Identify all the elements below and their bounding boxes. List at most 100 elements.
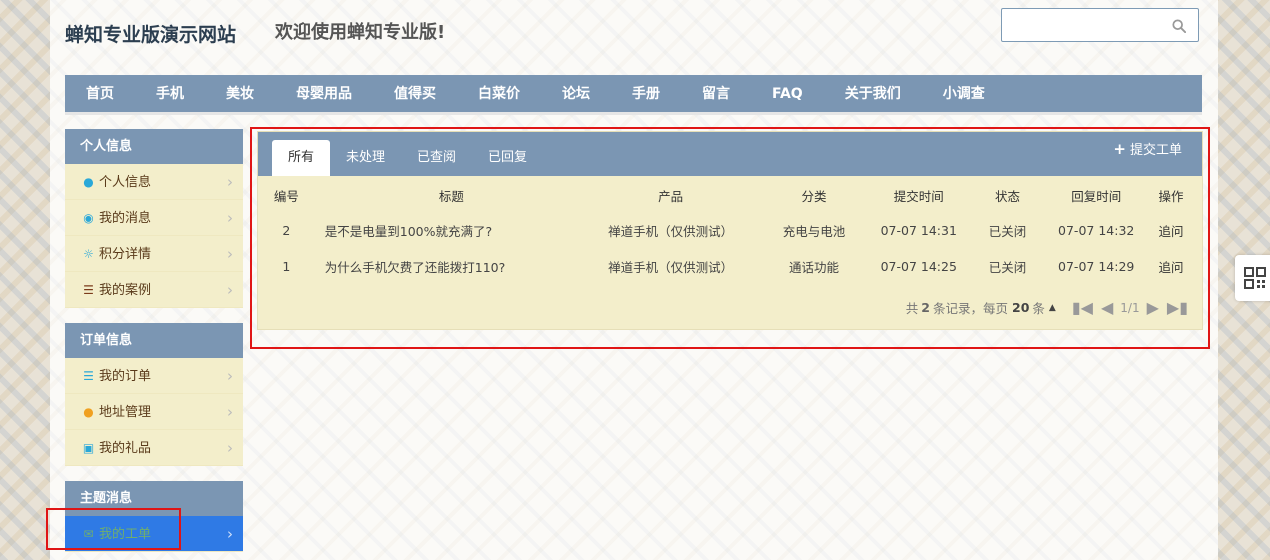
ticket-category: 充电与电池 [782,223,846,239]
sun-icon: ☼ [83,247,94,261]
follow-up-link[interactable]: 追问 [1159,260,1184,275]
nav-item-survey[interactable]: 小调查 [922,74,1006,114]
column-header-category[interactable]: 分类 [753,176,875,212]
nav-item-bargain[interactable]: 白菜价 [457,74,541,114]
nav-item-manual[interactable]: 手册 [611,74,681,114]
qr-code-button[interactable] [1235,255,1270,301]
ticket-product: 禅道手机（仅供测试） [608,223,734,239]
chevron-right-icon: › [227,209,233,227]
search-input[interactable] [1006,10,1166,40]
ticket-id: 1 [282,258,291,274]
nav-item-forum[interactable]: 论坛 [541,74,611,114]
site-title[interactable]: 蝉知专业版演示网站 [65,20,236,47]
next-page-icon[interactable]: ▶ [1147,298,1159,317]
ticket-submitted-time: 07-07 14:31 [880,222,957,238]
ticket-product: 禅道手机（仅供测试） [608,259,734,275]
nav-item-message[interactable]: 留言 [681,74,751,114]
nav-item-baby[interactable]: 母婴用品 [275,74,373,114]
submit-ticket-button[interactable]: + 提交工单 [1113,140,1182,160]
nav-item-deals[interactable]: 值得买 [373,74,457,114]
chevron-right-icon: › [227,439,233,457]
tab-all[interactable]: 所有 [272,140,331,176]
welcome-text: 欢迎使用蝉知专业版! [275,22,446,43]
sidebar-heading-orders: 订单信息 [65,323,243,358]
sidebar-heading-personal: 个人信息 [65,129,243,164]
chevron-right-icon: › [227,245,233,263]
column-header-id[interactable]: 编号 [258,176,315,212]
pager-per-page[interactable]: 20 [1012,300,1029,315]
column-header-action: 操作 [1158,188,1184,204]
ticket-category: 通话功能 [789,259,840,275]
gift-icon: ▣ [82,441,95,455]
column-header-submitted[interactable]: 提交时间 [875,176,963,212]
column-header-replied[interactable]: 回复时间 [1052,176,1140,212]
tab-replied[interactable]: 已回复 [472,140,543,176]
ticket-tabs: 所有 未处理 已查阅 已回复 [272,140,543,176]
nav-item-about[interactable]: 关于我们 [824,74,922,114]
sidebar-item-points[interactable]: ☼ 积分详情 › [65,236,243,272]
nav-item-beauty[interactable]: 美妆 [205,74,275,114]
tab-unprocessed[interactable]: 未处理 [330,140,401,176]
nav-item-phone[interactable]: 手机 [135,74,205,114]
sidebar-item-my-orders[interactable]: ☰ 我的订单 › [65,358,243,394]
table-header-row: 编号 标题 产品 分类 提交时间 状态 回复时间 操作 [258,176,1202,212]
ticket-replied-time: 07-07 14:32 [1058,222,1135,238]
chevron-right-icon: › [227,173,233,191]
page-info: 1/1 [1120,300,1140,315]
map-marker-icon: ● [83,405,94,419]
chevron-right-icon: › [227,403,233,421]
ticket-status: 已关闭 [988,223,1027,239]
ticket-title-link[interactable]: 为什么手机欠费了还能拨打110? [315,248,588,284]
ticket-table: 编号 标题 产品 分类 提交时间 状态 回复时间 操作 2 是不是电量到100%… [258,176,1202,284]
column-header-product[interactable]: 产品 [588,176,753,212]
table-row: 1 为什么手机欠费了还能拨打110? 禅道手机（仅供测试） 通话功能 07-07… [258,248,1202,284]
sidebar-item-profile[interactable]: ● 个人信息 › [65,164,243,200]
sidebar-personal: 个人信息 ● 个人信息 › ◉ 我的消息 › ☼ 积分详情 › ☰ 我的案例 › [65,129,243,308]
sidebar-item-label: 积分详情 [99,247,152,262]
qr-code-icon [1244,267,1266,289]
comment-icon: ◉ [83,211,94,225]
table-row: 2 是不是电量到100%就充满了? 禅道手机（仅供测试） 充电与电池 07-07… [258,212,1202,248]
ticket-panel-header: 所有 未处理 已查阅 已回复 + 提交工单 [258,132,1202,176]
column-header-status[interactable]: 状态 [963,176,1053,212]
ticket-replied-time: 07-07 14:29 [1058,258,1135,274]
ticket-title-link[interactable]: 是不是电量到100%就充满了? [315,212,588,248]
pager: 共 2 条记录，每页 20 条 ▲ ▮◀ ◀ 1/1 ▶ ▶▮ [906,298,1192,317]
pager-prefix: 共 [905,301,919,316]
pager-records-label: 条记录，每页 [932,301,1008,316]
caret-up-icon[interactable]: ▲ [1049,303,1056,313]
sidebar-item-label: 我的礼品 [99,441,152,456]
ticket-panel: 所有 未处理 已查阅 已回复 + 提交工单 编号 标题 产品 分类 提交时间 状… [257,131,1203,330]
search-icon[interactable] [1172,19,1186,33]
follow-up-link[interactable]: 追问 [1159,224,1184,239]
th-list-icon: ☰ [83,369,94,383]
last-page-icon[interactable]: ▶▮ [1167,298,1188,317]
ticket-submitted-time: 07-07 14:25 [880,258,957,274]
nav-item-faq[interactable]: FAQ [751,74,824,114]
chevron-right-icon: › [227,525,233,543]
sidebar-item-address[interactable]: ● 地址管理 › [65,394,243,430]
prev-page-icon[interactable]: ◀ [1101,298,1113,317]
user-icon: ● [83,175,94,189]
sidebar-item-gifts[interactable]: ▣ 我的礼品 › [65,430,243,466]
column-header-title[interactable]: 标题 [315,176,588,212]
pager-suffix: 条 [1032,301,1045,316]
chevron-right-icon: › [227,367,233,385]
sidebar-orders: 订单信息 ☰ 我的订单 › ● 地址管理 › ▣ 我的礼品 › [65,323,243,466]
page: 蝉知专业版演示网站 欢迎使用蝉知专业版! 首页 手机 美妆 母婴用品 值得买 白… [46,0,1218,560]
nav-item-home[interactable]: 首页 [65,74,135,114]
sidebar-item-messages[interactable]: ◉ 我的消息 › [65,200,243,236]
highlight-box-my-tickets [46,508,181,550]
sidebar-item-label: 我的订单 [99,369,152,384]
main-nav: 首页 手机 美妆 母婴用品 值得买 白菜价 论坛 手册 留言 FAQ 关于我们 … [65,75,1202,115]
sidebar-item-label: 我的消息 [99,211,152,226]
sidebar-item-label: 个人信息 [99,175,152,190]
tab-viewed[interactable]: 已查阅 [401,140,472,176]
sidebar-item-cases[interactable]: ☰ 我的案例 › [65,272,243,308]
search-box[interactable] [1001,8,1199,42]
first-page-icon[interactable]: ▮◀ [1072,298,1093,317]
submit-ticket-label: 提交工单 [1129,143,1182,158]
ticket-id: 2 [282,222,291,238]
sidebar-item-label: 地址管理 [99,405,152,420]
chevron-right-icon: › [227,281,233,299]
